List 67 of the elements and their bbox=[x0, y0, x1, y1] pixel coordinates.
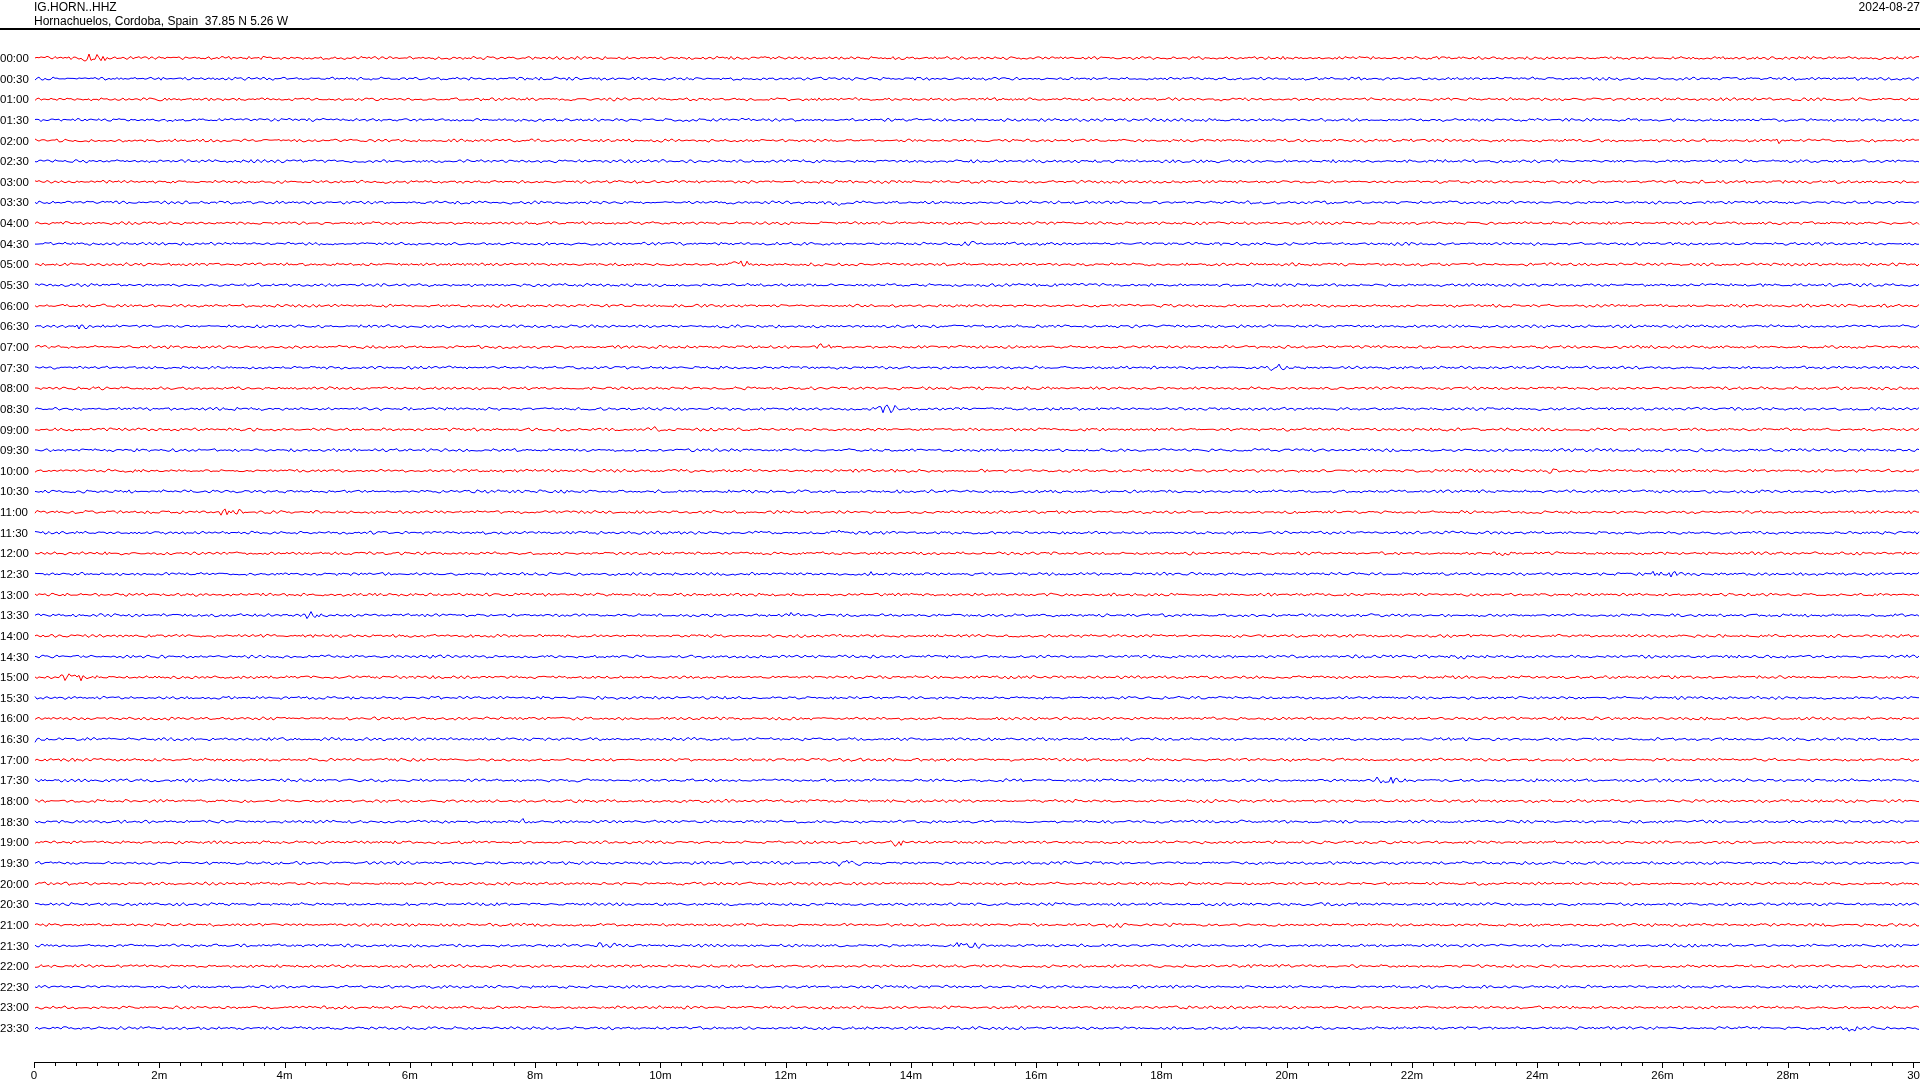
axis-label: 30 bbox=[1907, 1069, 1920, 1080]
time-label: 22:30 bbox=[0, 980, 29, 993]
time-label: 11:30 bbox=[0, 526, 28, 539]
axis-label: 12m bbox=[774, 1069, 797, 1080]
axis-label: 14m bbox=[899, 1069, 923, 1080]
time-label: 10:30 bbox=[0, 485, 29, 498]
time-label: 23:00 bbox=[0, 1001, 29, 1014]
axis-label: 16m bbox=[1024, 1069, 1048, 1080]
axis-label: 24m bbox=[1526, 1069, 1549, 1080]
time-label: 16:00 bbox=[0, 712, 29, 725]
time-label: 21:00 bbox=[0, 918, 29, 931]
time-label: 17:00 bbox=[0, 753, 29, 766]
time-label: 15:30 bbox=[0, 691, 29, 704]
axis-label: 26m bbox=[1651, 1069, 1674, 1080]
axis-label: 8m bbox=[527, 1069, 544, 1080]
time-label: 21:30 bbox=[0, 939, 29, 952]
time-label: 09:30 bbox=[0, 444, 29, 457]
time-label: 08:30 bbox=[0, 402, 29, 415]
time-label: 11:00 bbox=[0, 506, 28, 519]
time-label: 04:30 bbox=[0, 237, 29, 250]
time-label: 01:00 bbox=[0, 93, 29, 106]
axis-label: 28m bbox=[1776, 1069, 1799, 1080]
axis-label: 2m bbox=[151, 1069, 168, 1080]
station-code: IG.HORN..HHZ bbox=[34, 0, 118, 14]
time-label: 05:00 bbox=[0, 258, 29, 271]
station-location: Hornachuelos, Cordoba, Spain 37.85 N 5.26 W bbox=[34, 14, 289, 28]
time-label: 19:30 bbox=[0, 856, 29, 869]
time-label: 13:00 bbox=[0, 588, 29, 601]
time-label: 07:30 bbox=[0, 361, 29, 374]
time-label: 00:00 bbox=[0, 52, 29, 64]
date-label: 2024-08-27 bbox=[1858, 0, 1920, 16]
axis-label: 6m bbox=[401, 1069, 418, 1080]
axis-label: 18m bbox=[1150, 1069, 1173, 1080]
time-label: 23:30 bbox=[0, 1022, 29, 1035]
time-label: 04:00 bbox=[0, 217, 29, 230]
time-label: 10:00 bbox=[0, 464, 29, 477]
time-label: 03:00 bbox=[0, 175, 29, 188]
time-label: 03:30 bbox=[0, 196, 29, 209]
time-label: 06:00 bbox=[0, 299, 29, 312]
time-label: 16:30 bbox=[0, 733, 29, 746]
time-label: 07:00 bbox=[0, 340, 29, 353]
time-label: 18:00 bbox=[0, 795, 29, 808]
time-label: 18:30 bbox=[0, 815, 29, 828]
time-label: 20:30 bbox=[0, 898, 29, 911]
time-label: 02:30 bbox=[0, 155, 29, 168]
time-label: 19:00 bbox=[0, 836, 29, 849]
time-label: 05:30 bbox=[0, 279, 29, 292]
time-label: 12:00 bbox=[0, 547, 29, 560]
time-label: 12:30 bbox=[0, 568, 29, 580]
time-label: 20:00 bbox=[0, 877, 29, 890]
axis-label: 4m bbox=[276, 1069, 293, 1080]
time-label: 08:00 bbox=[0, 382, 29, 395]
time-label: 15:00 bbox=[0, 671, 29, 684]
time-label: 22:00 bbox=[0, 960, 29, 973]
axis-label: 10m bbox=[649, 1069, 672, 1080]
time-label: 17:30 bbox=[0, 774, 29, 787]
time-label: 00:30 bbox=[0, 72, 29, 85]
time-label: 13:30 bbox=[0, 609, 29, 622]
axis-label: 20m bbox=[1275, 1069, 1298, 1080]
axis-label: 0 bbox=[30, 1069, 38, 1080]
time-label: 09:00 bbox=[0, 423, 29, 436]
time-label: 14:00 bbox=[0, 629, 29, 642]
time-label: 02:00 bbox=[0, 134, 29, 147]
time-label: 06:30 bbox=[0, 320, 29, 333]
time-label: 14:30 bbox=[0, 650, 29, 663]
axis-label: 22m bbox=[1400, 1069, 1424, 1080]
time-label: 01:30 bbox=[0, 113, 29, 126]
